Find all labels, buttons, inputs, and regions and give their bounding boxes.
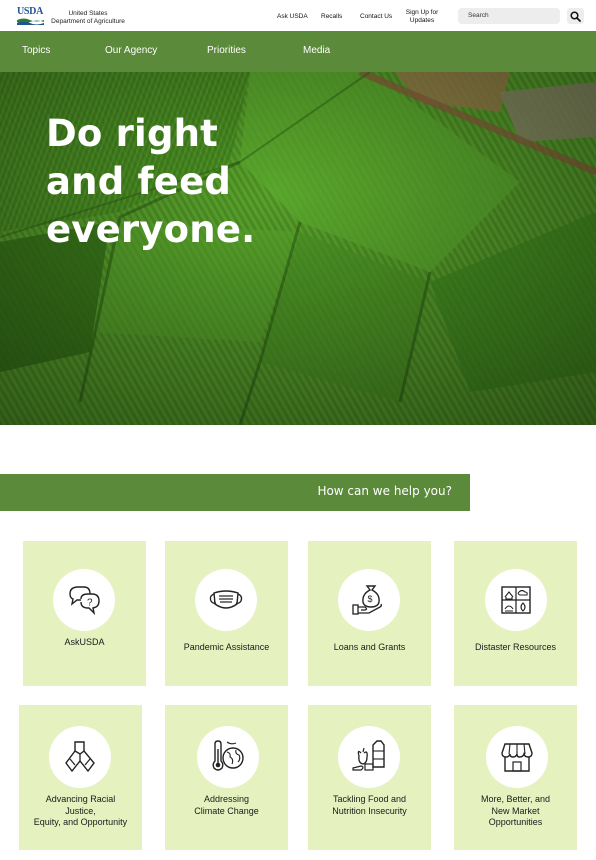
magnifier-icon	[570, 11, 581, 22]
card-nutrition-insecurity[interactable]: Tackling Food and Nutrition Insecurity	[308, 705, 431, 850]
svg-text:$: $	[368, 594, 373, 604]
card-label-line: New Market	[491, 805, 540, 816]
utility-bar: USDA United States Department of Agricul…	[0, 0, 596, 31]
card-label-line: Climate Change	[194, 805, 259, 816]
card-label: Pandemic Assistance	[165, 642, 288, 654]
card-label-line: Opportunities	[488, 817, 543, 827]
signup-line-1: Sign Up for	[405, 9, 439, 16]
card-icon-circle: ?	[53, 569, 115, 631]
card-icon-circle	[49, 726, 111, 788]
card-label-line: Tackling Food and	[332, 794, 407, 804]
face-mask-icon	[209, 590, 243, 609]
card-label-line: Pandemic Assistance	[183, 642, 270, 652]
card-label: Distaster Resources	[454, 642, 577, 654]
card-disaster-resources[interactable]: Distaster Resources	[454, 541, 577, 686]
nav-priorities[interactable]: Priorities	[207, 45, 246, 56]
help-heading: How can we help you?	[317, 484, 452, 498]
card-icon-circle	[197, 726, 259, 788]
card-label: Tackling Food and Nutrition Insecurity	[308, 794, 431, 817]
help-banner: How can we help you?	[0, 474, 470, 511]
disaster-icon	[501, 586, 531, 614]
card-label-line: Distaster Resources	[474, 642, 557, 652]
card-label-line: Nutrition Insecurity	[332, 805, 407, 816]
hero-line-2: and feed	[46, 160, 232, 203]
card-label-line: Loans and Grants	[333, 642, 406, 652]
hero-line-1: Do right	[46, 112, 219, 155]
nav-our-agency[interactable]: Our Agency	[105, 45, 157, 56]
hero-banner: Do right and feed everyone.	[0, 72, 596, 425]
card-label: Addressing Climate Change	[165, 794, 288, 817]
hero-line-3: everyone.	[46, 208, 256, 251]
card-label-line: Advancing Racial	[45, 794, 116, 804]
signup-line-2: Updates	[409, 16, 435, 24]
card-label-line: AskUSDA	[64, 637, 105, 647]
money-bag-hand-icon: $	[352, 585, 382, 615]
card-label-line: Justice,	[65, 805, 96, 816]
card-icon-circle: $	[338, 569, 400, 631]
nav-topics[interactable]: Topics	[22, 45, 50, 56]
speech-bubbles-icon: ?	[69, 586, 100, 616]
ask-usda-link[interactable]: Ask USDA	[277, 13, 308, 21]
usda-logo[interactable]: USDA	[17, 7, 43, 17]
main-nav: Topics Our Agency Priorities Media	[0, 31, 596, 72]
hero-headline: Do right and feed everyone.	[46, 110, 255, 254]
card-icon-circle	[485, 569, 547, 631]
card-label-line: More, Better, and	[480, 794, 551, 804]
card-label: Advancing Racial Justice, Equity, and Op…	[19, 794, 142, 829]
market-stall-icon	[501, 743, 533, 772]
card-label-line: Addressing	[203, 794, 250, 804]
card-racial-justice[interactable]: Advancing Racial Justice, Equity, and Op…	[19, 705, 142, 850]
usda-logo-wave-icon	[17, 18, 44, 25]
department-name: United States Department of Agriculture	[48, 10, 128, 26]
recalls-link[interactable]: Recalls	[321, 13, 342, 21]
card-label: Loans and Grants	[308, 642, 431, 654]
card-label: More, Better, and New Market Opportuniti…	[454, 794, 577, 829]
sign-up-updates-link[interactable]: Sign Up for Updates	[404, 9, 440, 24]
card-askusda[interactable]: ? AskUSDA	[23, 541, 146, 686]
card-icon-circle	[486, 726, 548, 788]
card-loans-grants[interactable]: $ Loans and Grants	[308, 541, 431, 686]
joined-hands-icon	[65, 741, 95, 773]
card-icon-circle	[195, 569, 257, 631]
search-button[interactable]	[567, 8, 584, 24]
org-line-2: Department of Agriculture	[51, 18, 125, 25]
card-pandemic-assistance[interactable]: Pandemic Assistance	[165, 541, 288, 686]
card-label: AskUSDA	[23, 637, 146, 649]
groceries-icon	[352, 740, 385, 771]
svg-text:?: ?	[87, 598, 93, 609]
card-label-line: Equity, and Opportunity	[33, 817, 128, 827]
thermometer-globe-icon	[212, 740, 244, 771]
org-line-1: United States	[68, 10, 108, 17]
card-icon-circle	[338, 726, 400, 788]
contact-us-link[interactable]: Contact Us	[360, 13, 392, 21]
card-climate-change[interactable]: Addressing Climate Change	[165, 705, 288, 850]
nav-media[interactable]: Media	[303, 45, 330, 56]
search-input[interactable]: Search	[458, 8, 560, 24]
card-market-opportunities[interactable]: More, Better, and New Market Opportuniti…	[454, 705, 577, 850]
